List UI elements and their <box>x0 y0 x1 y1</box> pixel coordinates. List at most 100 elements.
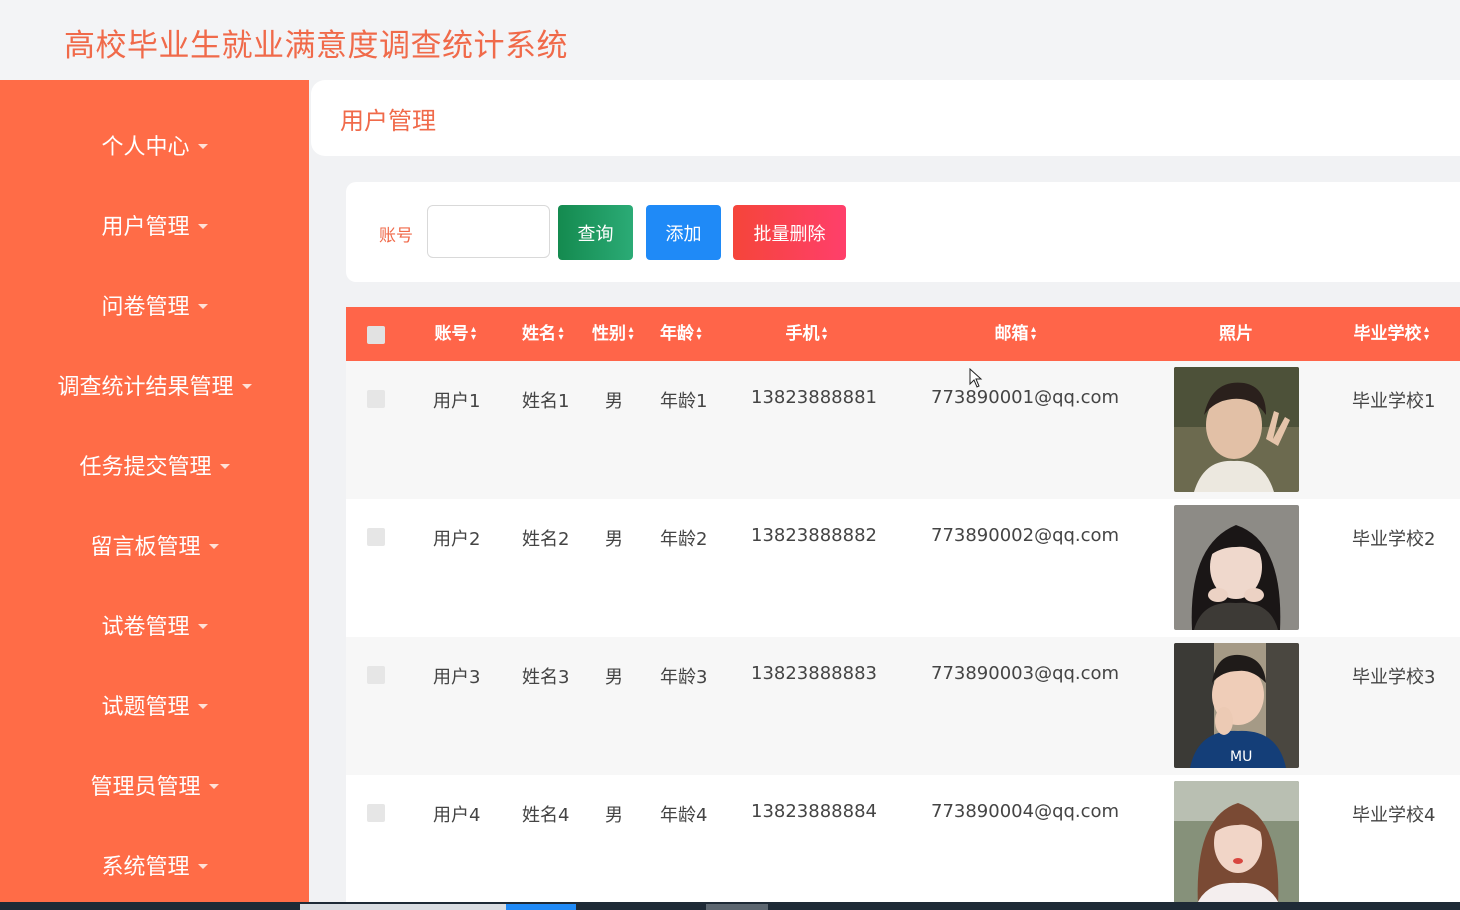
sidebar: 个人中心 用户管理 问卷管理 调查统计结果管理 任务提交管理 留言板管理 试卷管… <box>0 80 309 902</box>
row-checkbox[interactable] <box>367 804 385 822</box>
cell-school: 毕业学校2 <box>1352 529 1436 550</box>
add-button[interactable]: 添加 <box>646 205 721 260</box>
sort-icon[interactable]: ▴ ▾ <box>627 325 635 343</box>
cell-school: 毕业学校4 <box>1352 805 1436 826</box>
account-search-input[interactable] <box>427 205 550 258</box>
sort-icon[interactable]: ▴ ▾ <box>1423 325 1431 343</box>
column-header-account[interactable]: 账号 ▴ ▾ <box>426 307 486 361</box>
cell-school: 毕业学校1 <box>1352 391 1436 412</box>
sidebar-item-question-management[interactable]: 试题管理 <box>0 665 309 745</box>
column-header-phone[interactable]: 手机 ▴ ▾ <box>766 307 848 361</box>
sidebar-item-label: 调查统计结果管理 <box>57 375 234 400</box>
breadcrumb[interactable]: 用户管理 <box>340 101 436 136</box>
table-row[interactable]: 用户1 姓名1 男 年龄1 13823888881 773890001@qq.c… <box>346 361 1460 500</box>
query-button[interactable]: 查询 <box>558 205 633 260</box>
sidebar-item-label: 问卷管理 <box>101 295 190 320</box>
table-row[interactable]: 用户4 姓名4 男 年龄4 13823888884 773890004@qq.c… <box>346 775 1460 910</box>
mouse-cursor-icon <box>969 368 983 388</box>
sidebar-item-admin-management[interactable]: 管理员管理 <box>0 745 309 825</box>
top-header: 高校毕业生就业满意度调查统计系统 <box>0 0 1460 80</box>
cell-name: 姓名3 <box>522 667 570 688</box>
sidebar-item-system-management[interactable]: 系统管理 <box>0 825 309 905</box>
chevron-down-icon <box>219 463 230 469</box>
cell-gender: 男 <box>605 529 623 550</box>
sort-icon[interactable]: ▴ ▾ <box>821 325 829 343</box>
cell-phone: 13823888884 <box>751 801 877 822</box>
chevron-down-icon <box>197 623 208 629</box>
svg-text:MU: MU <box>1230 749 1252 765</box>
chevron-down-icon <box>241 383 252 389</box>
sidebar-item-label: 试题管理 <box>101 695 190 720</box>
user-table: 账号 ▴ ▾ 姓名 ▴ ▾ 性别 ▴ ▾ 年龄 ▴ ▾ 手机 ▴ ▾ 邮箱 ▴ ▾ 照片 毕业学校 ▴ ▾ … <box>346 307 1460 910</box>
table-row[interactable]: 用户3 姓名3 男 年龄3 13823888883 773890003@qq.c… <box>346 637 1460 776</box>
user-photo[interactable]: MU <box>1174 643 1299 768</box>
user-photo[interactable] <box>1174 781 1299 906</box>
cell-name: 姓名1 <box>522 391 570 412</box>
cell-email: 773890001@qq.com <box>931 387 1120 408</box>
cell-account: 用户1 <box>433 391 481 412</box>
chevron-down-icon <box>208 543 219 549</box>
table-row[interactable]: 用户2 姓名2 男 年龄2 13823888882 773890002@qq.c… <box>346 499 1460 638</box>
sidebar-item-label: 任务提交管理 <box>79 455 212 480</box>
chevron-down-icon <box>197 143 208 149</box>
sidebar-item-label: 个人中心 <box>101 135 190 160</box>
taskbar-segment <box>706 904 768 910</box>
cell-phone: 13823888883 <box>751 663 877 684</box>
sidebar-item-questionnaire-management[interactable]: 问卷管理 <box>0 265 309 345</box>
cell-email: 773890002@qq.com <box>931 525 1120 546</box>
sidebar-item-personal-center[interactable]: 个人中心 <box>0 105 309 185</box>
cell-school: 毕业学校3 <box>1352 667 1436 688</box>
app-title: 高校毕业生就业满意度调查统计系统 <box>64 28 568 64</box>
taskbar <box>0 902 1460 910</box>
cell-phone: 13823888881 <box>751 387 877 408</box>
sort-icon[interactable]: ▴ ▾ <box>1030 325 1038 343</box>
cell-account: 用户3 <box>433 667 481 688</box>
sidebar-item-exam-paper-management[interactable]: 试卷管理 <box>0 585 309 665</box>
sidebar-item-label: 试卷管理 <box>101 615 190 640</box>
cell-name: 姓名2 <box>522 529 570 550</box>
sidebar-item-survey-results-management[interactable]: 调查统计结果管理 <box>0 345 309 425</box>
chevron-down-icon <box>197 703 208 709</box>
chevron-down-icon <box>208 783 219 789</box>
chevron-down-icon <box>197 863 208 869</box>
chevron-down-icon <box>197 223 208 229</box>
cell-account: 用户4 <box>433 805 481 826</box>
sidebar-item-user-management[interactable]: 用户管理 <box>0 185 309 265</box>
sidebar-item-task-submission-management[interactable]: 任务提交管理 <box>0 425 309 505</box>
column-header-email[interactable]: 邮箱 ▴ ▾ <box>966 307 1066 361</box>
cell-account: 用户2 <box>433 529 481 550</box>
row-checkbox[interactable] <box>367 390 385 408</box>
row-checkbox[interactable] <box>367 666 385 684</box>
chevron-down-icon <box>197 303 208 309</box>
column-header-age[interactable]: 年龄 ▴ ▾ <box>654 307 709 361</box>
cell-age: 年龄4 <box>660 805 708 826</box>
taskbar-segment-active <box>506 904 576 910</box>
cell-email: 773890004@qq.com <box>931 801 1120 822</box>
column-header-photo: 照片 <box>1219 324 1253 344</box>
row-checkbox[interactable] <box>367 528 385 546</box>
user-photo[interactable] <box>1174 505 1299 630</box>
column-header-gender[interactable]: 性别 ▴ ▾ <box>586 307 641 361</box>
sidebar-item-label: 系统管理 <box>101 855 190 880</box>
cell-name: 姓名4 <box>522 805 570 826</box>
sidebar-item-message-board-management[interactable]: 留言板管理 <box>0 505 309 585</box>
table-header: 账号 ▴ ▾ 姓名 ▴ ▾ 性别 ▴ ▾ 年龄 ▴ ▾ 手机 ▴ ▾ 邮箱 ▴ ▾ 照片 毕业学校 ▴ ▾ <box>346 307 1460 361</box>
taskbar-segment <box>300 904 506 910</box>
batch-delete-button[interactable]: 批量删除 <box>733 205 846 260</box>
sort-icon[interactable]: ▴ ▾ <box>695 325 703 343</box>
sidebar-item-label: 管理员管理 <box>90 775 201 800</box>
column-header-school[interactable]: 毕业学校 ▴ ▾ <box>1342 307 1442 361</box>
cell-age: 年龄2 <box>660 529 708 550</box>
cell-age: 年龄1 <box>660 391 708 412</box>
sidebar-item-label: 留言板管理 <box>90 535 201 560</box>
cell-email: 773890003@qq.com <box>931 663 1120 684</box>
column-header-name[interactable]: 姓名 ▴ ▾ <box>516 307 571 361</box>
select-all-checkbox[interactable] <box>367 326 385 344</box>
user-photo[interactable] <box>1174 367 1299 492</box>
cell-gender: 男 <box>605 805 623 826</box>
search-panel: 账号 查询 添加 批量删除 <box>346 182 1460 282</box>
sort-icon[interactable]: ▴ ▾ <box>470 325 478 343</box>
sidebar-item-label: 用户管理 <box>101 215 190 240</box>
cell-age: 年龄3 <box>660 667 708 688</box>
sort-icon[interactable]: ▴ ▾ <box>557 325 565 343</box>
